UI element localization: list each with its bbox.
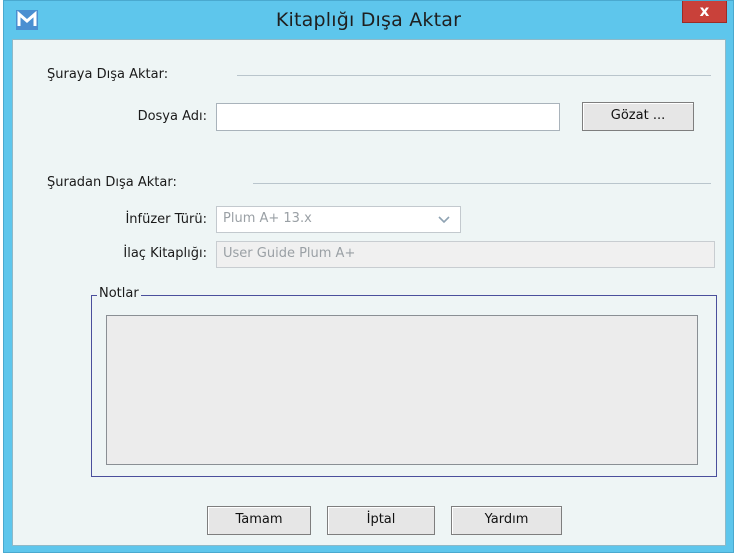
infuser-type-label: İnfüzer Türü: <box>125 212 207 227</box>
chevron-down-icon <box>438 216 450 224</box>
infuser-type-select[interactable]: Plum A+ 13.x <box>216 206 461 233</box>
drug-library-field: User Guide Plum A+ <box>216 241 715 268</box>
infuser-type-value: Plum A+ 13.x <box>223 211 312 226</box>
help-button[interactable]: Yardım <box>451 506 562 535</box>
file-name-input[interactable] <box>216 103 560 131</box>
notes-textarea[interactable] <box>106 315 698 465</box>
drug-library-label: İlaç Kitaplığı: <box>123 246 207 261</box>
section-divider <box>237 75 711 76</box>
export-library-dialog: Kitaplığı Dışa Aktar x Şuraya Dışa Aktar… <box>3 0 734 553</box>
notes-legend: Notlar <box>97 286 141 301</box>
ok-button[interactable]: Tamam <box>207 506 311 535</box>
file-name-label: Dosya Adı: <box>137 109 207 124</box>
dialog-content: Şuraya Dışa Aktar: Dosya Adı: Gözat ... … <box>12 39 726 546</box>
section-divider <box>253 183 711 184</box>
dialog-title: Kitaplığı Dışa Aktar <box>275 9 462 31</box>
title-bar: Kitaplığı Dışa Aktar x <box>4 1 733 39</box>
close-button[interactable]: x <box>682 1 727 23</box>
export-from-section-label: Şuradan Dışa Aktar: <box>47 175 177 190</box>
browse-button[interactable]: Gözat ... <box>582 102 694 131</box>
export-to-section-label: Şuraya Dışa Aktar: <box>47 67 169 82</box>
cancel-button[interactable]: İptal <box>327 506 435 535</box>
